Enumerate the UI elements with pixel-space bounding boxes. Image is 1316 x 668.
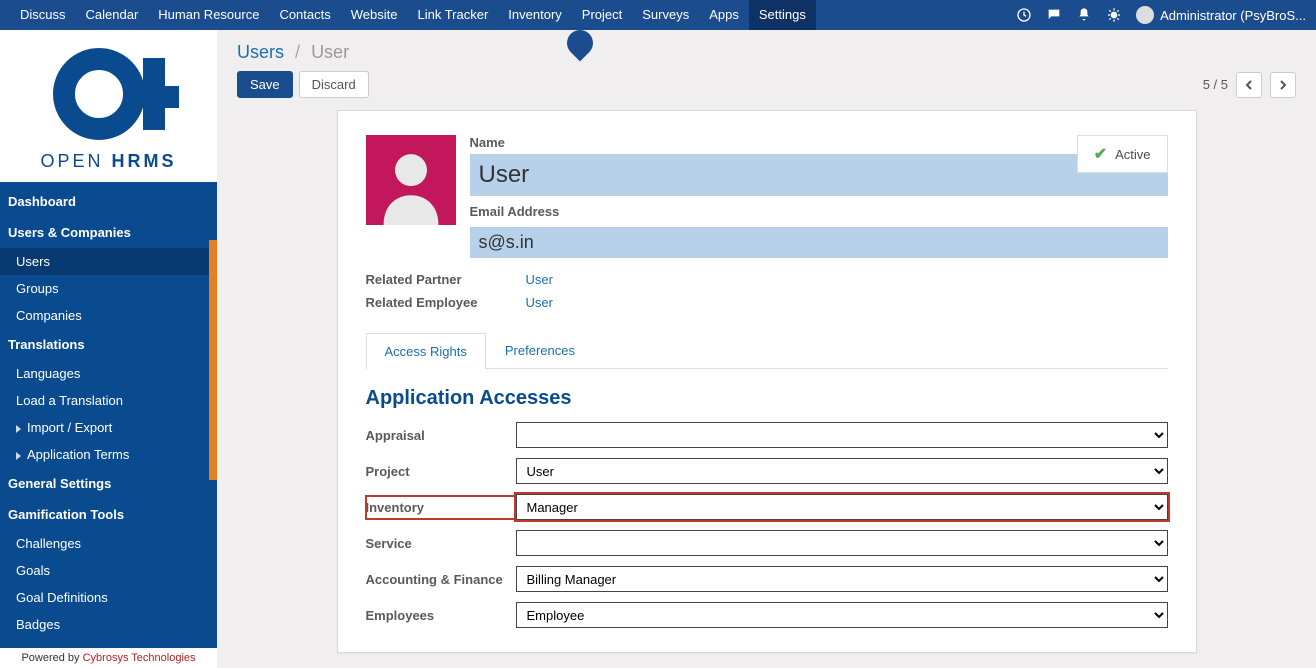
sidebar-section-general-settings[interactable]: General Settings: [0, 468, 217, 499]
clock-icon[interactable]: [1016, 7, 1032, 23]
related-block: Related Partner User Related Employee Us…: [366, 272, 1168, 310]
name-input[interactable]: [470, 154, 1168, 196]
name-label: Name: [470, 135, 1168, 150]
access-select-accounting-finance[interactable]: Billing Manager: [516, 566, 1168, 592]
email-input[interactable]: [470, 227, 1168, 258]
sidebar-section-dashboard[interactable]: Dashboard: [0, 186, 217, 217]
topmenu-surveys[interactable]: Surveys: [632, 0, 699, 30]
topmenu-contacts[interactable]: Contacts: [269, 0, 340, 30]
top-menu: DiscussCalendarHuman ResourceContactsWeb…: [10, 0, 816, 30]
topmenu-link-tracker[interactable]: Link Tracker: [407, 0, 498, 30]
sidebar-item-companies[interactable]: Companies: [0, 302, 217, 329]
topbar-right: Administrator (PsyBroS...: [1016, 6, 1306, 24]
sidebar-item-application-terms[interactable]: Application Terms: [0, 441, 217, 468]
sidebar-section-users-companies[interactable]: Users & Companies: [0, 217, 217, 248]
topmenu-apps[interactable]: Apps: [699, 0, 749, 30]
access-select-appraisal[interactable]: [516, 422, 1168, 448]
sidebar-item-groups[interactable]: Groups: [0, 275, 217, 302]
sidebar-item-challenges[interactable]: Challenges: [0, 530, 217, 557]
pager: 5 / 5: [1203, 72, 1296, 98]
topmenu-inventory[interactable]: Inventory: [498, 0, 571, 30]
status-text: Active: [1115, 147, 1150, 162]
caret-icon: [16, 425, 21, 433]
pager-prev[interactable]: [1236, 72, 1262, 98]
tabs: Access Rights Preferences: [366, 332, 1168, 369]
brand-text-1: OPEN: [40, 151, 111, 171]
sidebar-item-users[interactable]: Users: [0, 248, 217, 275]
avatar[interactable]: [366, 135, 456, 225]
caret-icon: [16, 452, 21, 460]
topmenu-calendar[interactable]: Calendar: [76, 0, 149, 30]
powered-by: Powered by Cybrosys Technologies: [0, 648, 217, 668]
logo: OPEN HRMS: [0, 30, 217, 182]
sidebar-nav: DashboardUsers & CompaniesUsersGroupsCom…: [0, 182, 217, 648]
related-partner-value[interactable]: User: [526, 272, 1168, 287]
sidebar-item-goal-definitions[interactable]: Goal Definitions: [0, 584, 217, 611]
related-partner-label: Related Partner: [366, 272, 526, 287]
form-sheet: Name Email Address ✔ Active Related Part…: [337, 110, 1197, 653]
control-row: Save Discard 5 / 5: [217, 71, 1316, 110]
main: Users / User Save Discard 5 / 5: [217, 30, 1316, 668]
access-select-inventory[interactable]: Manager: [516, 494, 1168, 520]
access-select-project[interactable]: User: [516, 458, 1168, 484]
pager-next[interactable]: [1270, 72, 1296, 98]
access-label-project: Project: [366, 464, 516, 479]
topmenu-settings[interactable]: Settings: [749, 0, 816, 30]
related-employee-label: Related Employee: [366, 295, 526, 310]
discard-button[interactable]: Discard: [299, 71, 369, 98]
pager-text: 5 / 5: [1203, 77, 1228, 92]
status-badge[interactable]: ✔ Active: [1077, 135, 1168, 173]
breadcrumb-current: User: [311, 42, 349, 62]
topmenu-website[interactable]: Website: [341, 0, 408, 30]
bell-icon[interactable]: [1076, 7, 1092, 23]
sidebar-item-goals[interactable]: Goals: [0, 557, 217, 584]
access-label-appraisal: Appraisal: [366, 428, 516, 443]
scroll-indicator: [209, 240, 217, 480]
sidebar-item-badges[interactable]: Badges: [0, 611, 217, 638]
sidebar-item-load-a-translation[interactable]: Load a Translation: [0, 387, 217, 414]
topmenu-project[interactable]: Project: [572, 0, 632, 30]
sidebar-item-languages[interactable]: Languages: [0, 360, 217, 387]
topbar: DiscussCalendarHuman ResourceContactsWeb…: [0, 0, 1316, 30]
sidebar-section-translations[interactable]: Translations: [0, 329, 217, 360]
sidebar-section-gamification-tools[interactable]: Gamification Tools: [0, 499, 217, 530]
email-label: Email Address: [470, 204, 1168, 219]
access-select-service[interactable]: [516, 530, 1168, 556]
sidebar: OPEN HRMS DashboardUsers & CompaniesUser…: [0, 30, 217, 668]
topmenu-discuss[interactable]: Discuss: [10, 0, 76, 30]
access-label-accounting-finance: Accounting & Finance: [366, 572, 516, 587]
save-button[interactable]: Save: [237, 71, 293, 98]
bug-icon[interactable]: [1106, 7, 1122, 23]
user-menu[interactable]: Administrator (PsyBroS...: [1136, 6, 1306, 24]
topmenu-human-resource[interactable]: Human Resource: [148, 0, 269, 30]
chat-icon[interactable]: [1046, 7, 1062, 23]
tab-preferences[interactable]: Preferences: [486, 332, 594, 368]
powered-link[interactable]: Cybrosys Technologies: [83, 652, 196, 664]
related-employee-value[interactable]: User: [526, 295, 1168, 310]
check-icon: ✔: [1094, 144, 1107, 164]
access-select-employees[interactable]: Employee: [516, 602, 1168, 628]
breadcrumb-bar: Users / User: [217, 30, 1316, 71]
access-grid: Appraisal ProjectUserInventoryManager Serv…: [366, 422, 1168, 628]
avatar-icon: [1136, 6, 1154, 24]
brand-text-2: HRMS: [112, 151, 177, 171]
user-name: Administrator (PsyBroS...: [1160, 8, 1306, 23]
breadcrumb: Users / User: [237, 42, 349, 63]
access-label-inventory: Inventory: [366, 496, 516, 519]
breadcrumb-root[interactable]: Users: [237, 42, 284, 62]
sidebar-item-import-export[interactable]: Import / Export: [0, 414, 217, 441]
access-label-employees: Employees: [366, 608, 516, 623]
access-label-service: Service: [366, 536, 516, 551]
section-title: Application Accesses: [366, 387, 1168, 410]
tab-access-rights[interactable]: Access Rights: [366, 333, 486, 369]
